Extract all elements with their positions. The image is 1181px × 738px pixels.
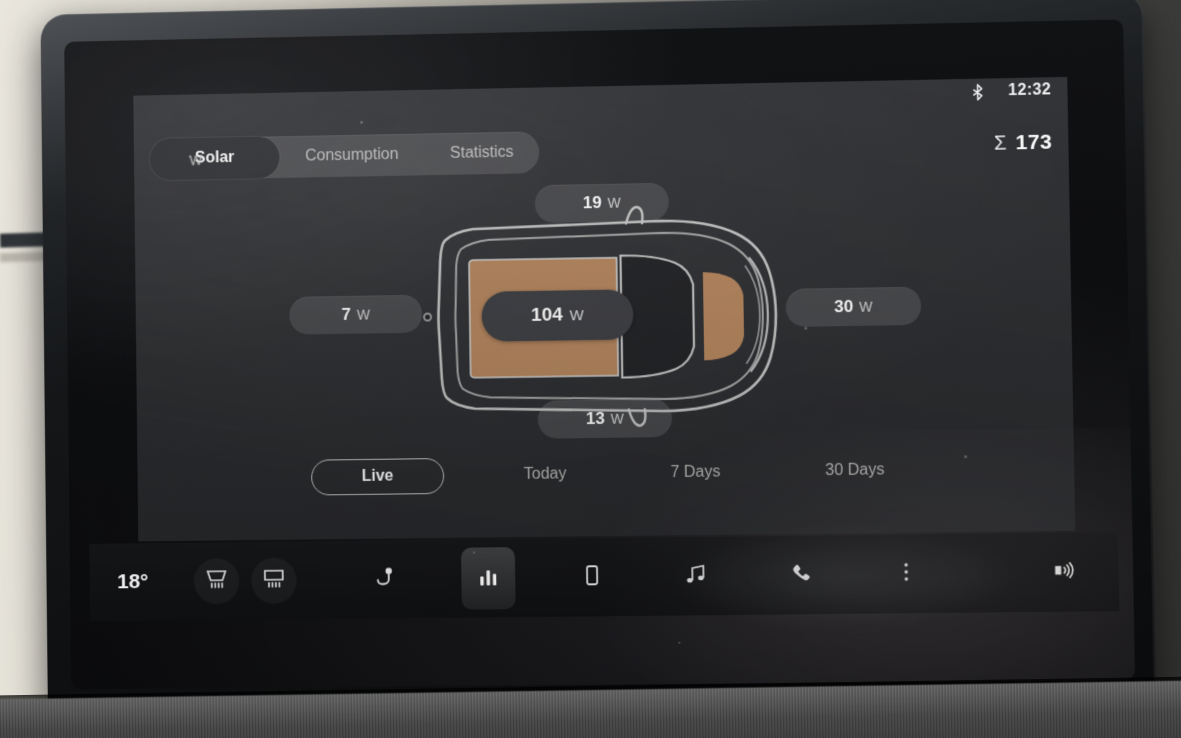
front-defrost-icon	[261, 566, 287, 595]
solar-panel-diagram: 19 W 7 W 30 W 13 W 104 W	[134, 173, 1073, 457]
music-button[interactable]	[669, 549, 724, 604]
volume-button[interactable]	[1035, 545, 1091, 600]
phone-projection-icon	[584, 563, 600, 592]
panel-unit-center: W	[569, 306, 584, 324]
more-options-button[interactable]	[878, 546, 934, 601]
panel-readout-center[interactable]: 104 W	[481, 289, 634, 342]
microphone-icon	[375, 565, 395, 594]
more-options-icon	[903, 560, 910, 587]
music-note-icon	[685, 562, 708, 591]
panel-unit-left: W	[356, 306, 370, 323]
total-power-readout: Σ 173 W	[189, 131, 1053, 169]
panel-readout-right[interactable]: 30 W	[785, 286, 922, 328]
volume-icon	[1050, 559, 1075, 587]
clock: 12:32	[1008, 81, 1052, 100]
temperature-readout[interactable]: 18°	[117, 570, 194, 595]
phone-projection-button[interactable]	[565, 550, 620, 605]
panel-value-right: 30	[833, 296, 854, 317]
range-live[interactable]: Live	[310, 457, 445, 496]
side-mirror-icon	[423, 312, 433, 322]
panel-value-center: 104	[530, 304, 563, 326]
range-7-days[interactable]: 7 Days	[646, 454, 745, 491]
microphone-button[interactable]	[358, 552, 412, 607]
system-bar: 18°	[89, 532, 1120, 622]
range-30-days[interactable]: 30 Days	[801, 452, 909, 490]
sysbar-spacer-left	[309, 580, 359, 581]
phone-call-icon	[790, 561, 813, 588]
car-top-view-graphic: 104 W	[430, 195, 783, 438]
bluetooth-icon	[971, 83, 984, 100]
rear-defrost-icon	[204, 567, 230, 596]
energy-chart-button[interactable]	[460, 547, 516, 610]
sysbar-spacer-r1	[515, 578, 565, 579]
sysbar-spacer-r2	[619, 576, 669, 577]
solar-dashboard-screen: 12:32 Solar Consumption Statistics Σ 173…	[133, 76, 1076, 542]
energy-chart-icon	[477, 565, 499, 592]
status-bar: 12:32	[971, 81, 1052, 101]
panel-readout-left[interactable]: 7 W	[289, 294, 423, 335]
front-defrost-button[interactable]	[250, 557, 297, 604]
sysbar-spacer-r4	[828, 574, 879, 575]
sysbar-spacer-r3	[724, 575, 774, 576]
display-glass: 12:32 Solar Consumption Statistics Σ 173…	[64, 19, 1136, 690]
dashboard-header: Solar Consumption Statistics Σ 173 W	[149, 121, 1053, 181]
panel-value-left: 7	[341, 304, 351, 324]
range-today[interactable]: Today	[500, 456, 591, 493]
sysbar-spacer-mid	[412, 579, 462, 580]
range-spacer-2	[590, 473, 646, 474]
phone-call-button[interactable]	[773, 548, 828, 603]
panel-unit-right: W	[859, 298, 873, 315]
sysbar-spacer-r6	[984, 573, 1035, 574]
range-spacer-3	[745, 471, 801, 472]
infotainment-display-unit: 12:32 Solar Consumption Statistics Σ 173…	[40, 0, 1157, 720]
range-spacer-1	[444, 475, 500, 476]
rear-defrost-button[interactable]	[193, 558, 240, 605]
photo-scene: 12:32 Solar Consumption Statistics Σ 173…	[0, 0, 1181, 738]
sysbar-spacer-r5	[934, 573, 985, 574]
